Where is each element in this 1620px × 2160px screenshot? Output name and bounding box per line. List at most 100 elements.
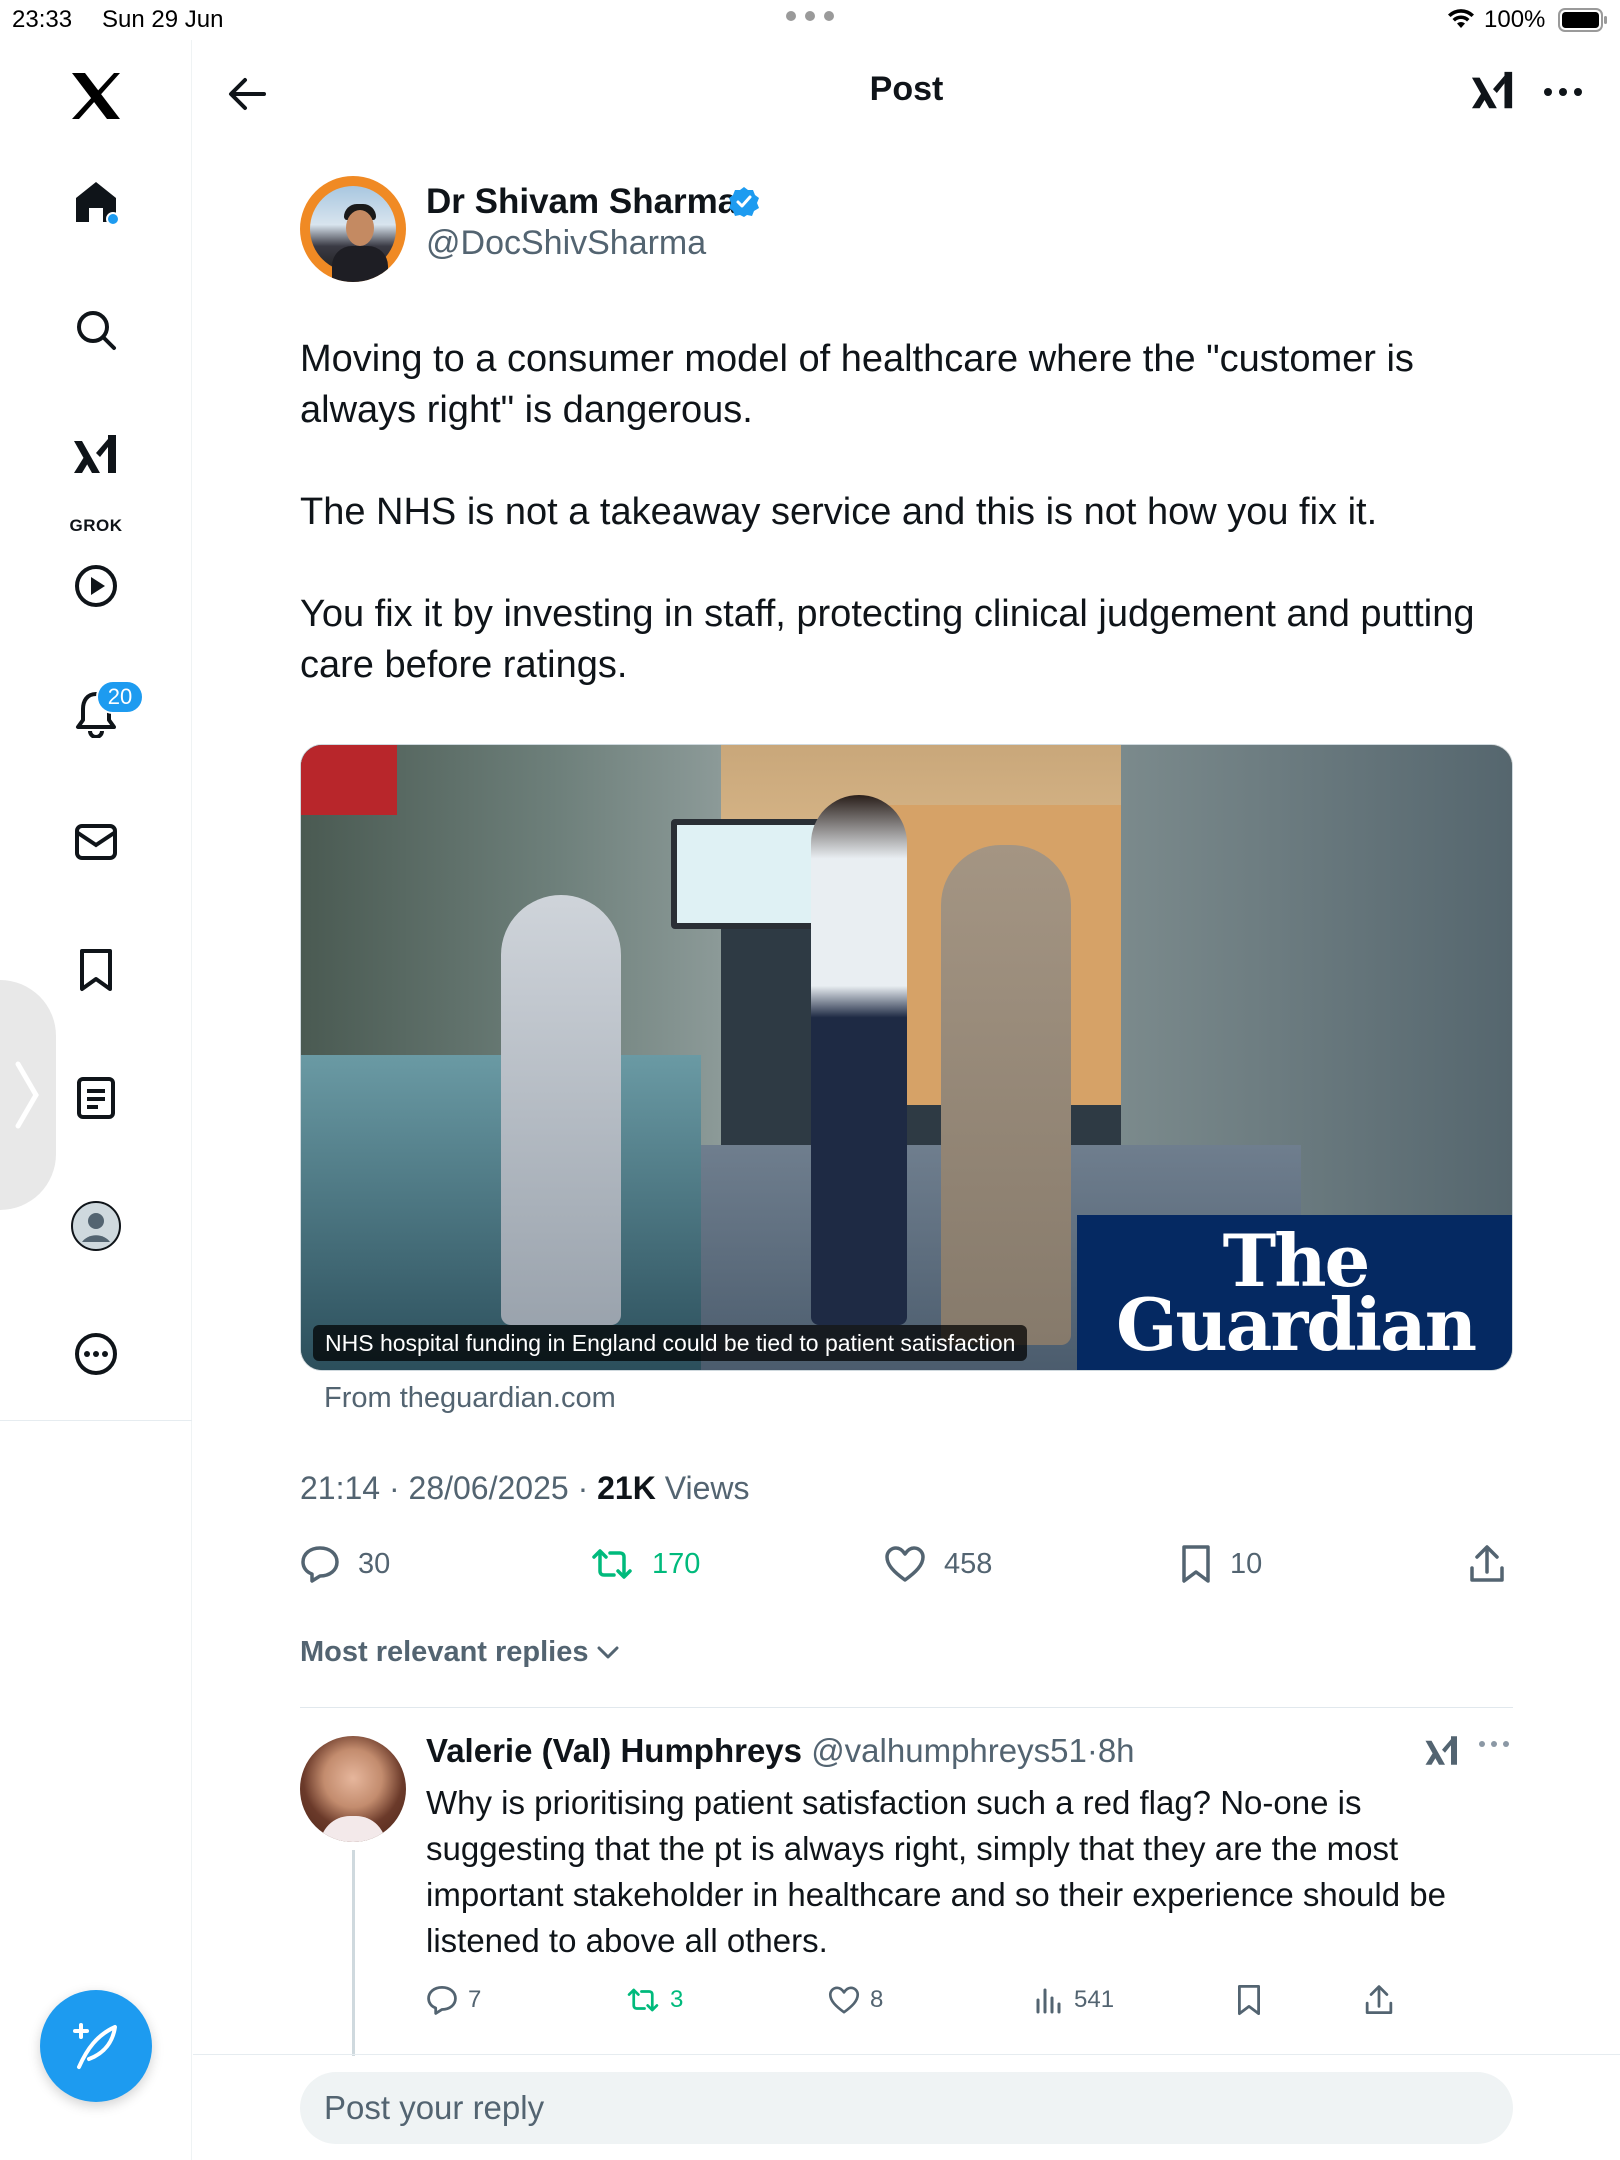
author-handle[interactable]: @DocShivSharma [426,224,706,263]
reply-age: 8h [1097,1732,1135,1769]
card-image-nurse [501,895,621,1325]
reply-reply-button[interactable]: 7 [426,1980,481,2020]
sidebar-item-video[interactable] [48,538,144,634]
reply-author-handle[interactable]: @valhumphreys51 [811,1732,1087,1769]
reply-repost-button[interactable]: 3 [626,1980,683,2020]
sidebar-item-more[interactable] [48,1306,144,1402]
post-paragraph: You fix it by investing in staff, protec… [300,593,1475,686]
chevron-down-icon [597,1646,618,1658]
chevron-right-icon [15,1061,39,1129]
reply-more-icon[interactable] [1478,1740,1510,1748]
ellipsis-icon [1544,88,1582,96]
reply-count: 30 [358,1547,391,1580]
sidebar-item-lists[interactable] [48,1050,144,1146]
bookmark-button[interactable]: 10 [1180,1540,1262,1588]
author-name[interactable]: Dr Shivam Sharma [426,182,737,222]
reply-text: Why is prioritising patient satisfaction… [426,1784,1446,1959]
divider [300,1707,1513,1708]
bookmark-icon [1238,1985,1261,2015]
reply-button[interactable]: 30 [300,1540,390,1588]
repost-icon [592,1549,632,1579]
search-icon [77,311,116,350]
bookmark-icon [80,949,112,991]
status-date: Sun 29 Jun [102,6,224,33]
views-label: Views [664,1470,750,1506]
post-text: Moving to a consumer model of healthcare… [300,334,1520,742]
x-logo[interactable] [48,48,144,144]
battery-percent: 100% [1484,6,1546,33]
verified-badge-icon [729,187,759,217]
bookmark-icon [1182,1545,1210,1583]
grok-icon [74,435,116,473]
card-image-staff [811,795,907,1325]
like-button[interactable]: 458 [884,1540,992,1588]
views-count: 21K [597,1470,656,1506]
card-caption: NHS hospital funding in England could be… [313,1325,1028,1361]
compose-post-button[interactable] [40,1990,152,2102]
reply-bubble-icon [427,1985,457,2015]
wifi-icon [1448,9,1474,28]
post-paragraph: Moving to a consumer model of healthcare… [300,338,1414,431]
heart-icon [828,1986,860,2014]
status-bar: 23:33 Sun 29 Jun 100% [0,0,1620,40]
sidebar-item-home[interactable] [48,154,144,250]
battery-icon [1558,8,1607,32]
post-date: 28/06/2025 [408,1470,569,1506]
reply-views-button[interactable]: 541 [1034,1980,1114,2020]
sidebar-item-messages[interactable] [48,794,144,890]
grok-label: GROK [69,516,123,535]
sidebar-item-grok[interactable] [48,408,144,504]
home-notification-dot [106,212,120,226]
grok-icon[interactable] [1424,1734,1460,1770]
sidebar-item-bookmarks[interactable] [48,922,144,1018]
reply-reply-count: 7 [468,1986,482,2013]
reply-bubble-icon [301,1546,339,1583]
reply-author-name[interactable]: Valerie (Val) Humphreys [426,1732,802,1769]
card-image-patient [941,845,1071,1345]
bookmark-count: 10 [1230,1547,1263,1580]
sidebar: GROK 20 [0,40,192,2160]
replies-sort-dropdown[interactable]: Most relevant replies [300,1636,619,1669]
share-button[interactable] [1468,1540,1524,1588]
guardian-logo-line2: Guardian [1115,1282,1477,1367]
author-avatar[interactable] [300,176,406,282]
sidebar-item-search[interactable] [48,282,144,378]
post-paragraph: The NHS is not a takeaway service and th… [300,491,1378,533]
card-source[interactable]: From theguardian.com [324,1382,616,1415]
grok-explain-button[interactable] [1463,62,1523,122]
multitasking-dots-icon[interactable] [786,8,834,24]
reply-share-button[interactable] [1364,1980,1404,2020]
post-actions: 30 170 458 10 [300,1540,1513,1588]
reply-input[interactable]: Post your reply [300,2072,1513,2144]
page-title: Post [869,70,944,108]
more-options-button[interactable] [1533,62,1593,122]
link-card[interactable]: The Guardian NHS hospital funding in Eng… [300,744,1513,1371]
share-icon [1470,1545,1504,1582]
reply-like-button[interactable]: 8 [828,1980,883,2020]
more-circle-icon [75,1333,117,1375]
post-meta: 21:14 · 28/06/2025 · 21K Views [300,1470,750,1506]
heart-icon [885,1546,925,1582]
status-time: 23:33 [12,6,73,33]
repost-icon [627,1988,659,2012]
divider [193,2054,1620,2055]
profile-icon [71,1201,121,1251]
card-image-monitor [671,819,821,929]
post-time: 21:14 [300,1470,381,1506]
lists-icon [77,1077,115,1119]
mail-icon [75,824,117,860]
reply-author-avatar[interactable] [300,1736,406,1842]
reply-like-count: 8 [870,1986,884,2013]
guardian-logo: The Guardian [1077,1215,1512,1370]
reply-bookmark-button[interactable] [1236,1980,1272,2020]
repost-button[interactable]: 170 [590,1540,700,1588]
reply-actions: 7 3 8 541 [426,1980,1426,2020]
sidebar-item-profile[interactable] [48,1178,144,1274]
share-icon [1365,1985,1393,2015]
slide-over-handle[interactable] [0,980,56,1210]
analytics-bars-icon [1036,1988,1061,2014]
reply-repost-count: 3 [670,1986,684,2013]
like-count: 458 [944,1547,993,1580]
compose-feather-icon [73,2023,117,2069]
grok-icon [1471,71,1513,109]
